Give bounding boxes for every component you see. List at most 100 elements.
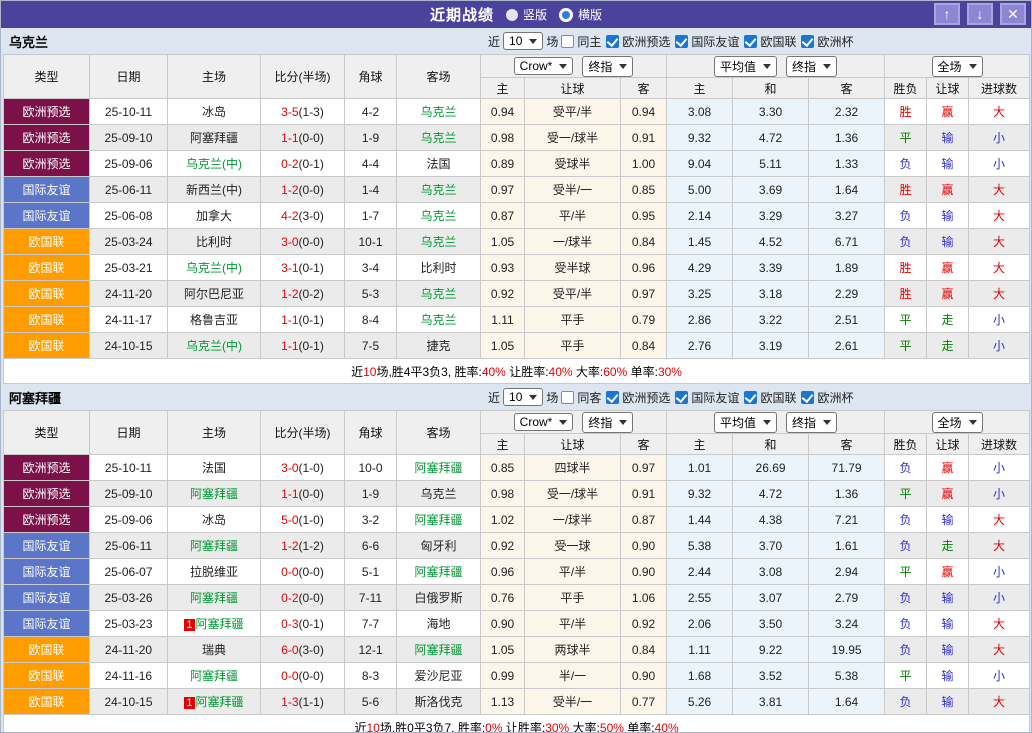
same-venue-label: 同主 [577,33,601,50]
odds-company-select[interactable]: Crow* [514,413,574,431]
col-score: 比分(半场) [261,55,345,99]
odds-away-cell: 1.06 [621,585,667,611]
avg-draw-cell: 3.81 [733,689,809,715]
up-arrow-icon: ↑ [944,6,951,22]
col-date: 日期 [90,55,168,99]
col-type: 类型 [4,55,90,99]
odds-stage-select[interactable]: 终指 [582,56,633,77]
same-venue-checkbox[interactable] [561,35,574,48]
filter-checkbox-euro-cup[interactable] [801,35,814,48]
same-venue-checkbox[interactable] [561,391,574,404]
odds-away-cell: 0.77 [621,689,667,715]
home-team-cell: 阿塞拜疆 [168,585,261,611]
match-row: 欧国联24-11-17格鲁吉亚1-1(0-1)8-4乌克兰1.11平手0.792… [4,307,1030,333]
match-count-select[interactable]: 10 [503,388,543,406]
avg-home-cell: 1.11 [667,637,733,663]
filter-checkbox-nations-league[interactable] [744,391,757,404]
home-team-cell: 阿塞拜疆 [168,125,261,151]
same-venue-label: 同客 [577,389,601,406]
date-cell: 25-09-10 [90,481,168,507]
date-cell: 25-06-07 [90,559,168,585]
score-cell: 4-2(3-0) [261,203,345,229]
scroll-down-button[interactable]: ↓ [967,3,993,25]
away-team-cell: 捷克 [397,333,481,359]
odds-away-cell: 0.84 [621,637,667,663]
avg-source-select[interactable]: 平均值 [714,56,777,77]
window-title: 近期战绩 [430,4,494,25]
match-row: 欧洲预选25-10-11冰岛3-5(1-3)4-2乌克兰0.94受平/半0.94… [4,99,1030,125]
layout-radio-vertical[interactable]: 竖版 [506,6,547,23]
odds-home-cell: 0.98 [481,481,525,507]
avg-home-cell: 3.25 [667,281,733,307]
odds-home-cell: 0.89 [481,151,525,177]
match-count-select[interactable]: 10 [503,32,543,50]
handicap-cell: 受球半 [525,151,621,177]
filter-checkbox-nations-league[interactable] [744,35,757,48]
filter-checkbox-friendly[interactable] [675,35,688,48]
filter-checkbox-friendly[interactable] [675,391,688,404]
handicap-result-cell: 输 [927,663,969,689]
filter-checkbox-euro-cup[interactable] [801,391,814,404]
avg-draw-cell: 3.29 [733,203,809,229]
type-badge-cell: 欧国联 [4,689,90,715]
scope-select[interactable]: 全场 [932,412,983,433]
corner-cell: 5-1 [345,559,397,585]
handicap-result-cell: 输 [927,151,969,177]
scroll-up-button[interactable]: ↑ [934,3,960,25]
goals-result-cell: 大 [969,533,1030,559]
odds-company-select[interactable]: Crow* [514,57,574,75]
score-cell: 1-1(0-0) [261,125,345,151]
games-label: 场 [546,389,558,406]
avg-stage-select[interactable]: 终指 [786,412,837,433]
result-cell: 平 [885,559,927,585]
home-team-cell: 乌克兰(中) [168,151,261,177]
handicap-result-cell: 输 [927,229,969,255]
home-team-cell: 阿塞拜疆 [168,533,261,559]
avg-away-cell: 19.95 [809,637,885,663]
away-team-cell: 比利时 [397,255,481,281]
scope-select[interactable]: 全场 [932,56,983,77]
corner-cell: 5-6 [345,689,397,715]
chevron-down-icon [559,64,567,69]
result-cell: 胜 [885,177,927,203]
handicap-result-cell: 赢 [927,559,969,585]
away-team-cell: 阿塞拜疆 [397,637,481,663]
odds-home-cell: 0.96 [481,559,525,585]
handicap-result-cell: 走 [927,307,969,333]
away-team-cell: 乌克兰 [397,99,481,125]
corner-cell: 4-4 [345,151,397,177]
goals-result-cell: 大 [969,177,1030,203]
type-badge-cell: 欧国联 [4,229,90,255]
avg-stage-select[interactable]: 终指 [786,56,837,77]
date-cell: 25-10-11 [90,455,168,481]
close-button[interactable]: ✕ [1000,3,1026,25]
result-cell: 负 [885,585,927,611]
layout-radio-horizontal[interactable]: 横版 [559,6,602,23]
away-team-cell: 乌克兰 [397,481,481,507]
result-cell: 负 [885,689,927,715]
away-team-cell: 乌克兰 [397,203,481,229]
match-row: 欧洲预选25-10-11法国3-0(1-0)10-0阿塞拜疆0.85四球半0.9… [4,455,1030,481]
result-cell: 胜 [885,281,927,307]
home-team-cell: 乌克兰(中) [168,333,261,359]
type-badge-cell: 国际友谊 [4,533,90,559]
avg-home-cell: 9.32 [667,125,733,151]
filter-checkbox-euro-qualifiers[interactable] [606,35,619,48]
avg-home-cell: 2.76 [667,333,733,359]
home-team-cell: 加拿大 [168,203,261,229]
col-odds-away: 客 [621,78,667,99]
handicap-cell: 平/半 [525,559,621,585]
avg-source-select[interactable]: 平均值 [714,412,777,433]
match-row: 欧国联24-10-15乌克兰(中)1-1(0-1)7-5捷克1.05平手0.84… [4,333,1030,359]
red-card-badge: 1 [184,697,194,709]
odds-stage-select[interactable]: 终指 [582,412,633,433]
filter-checkbox-euro-qualifiers[interactable] [606,391,619,404]
score-cell: 5-0(1-0) [261,507,345,533]
odds-away-cell: 0.79 [621,307,667,333]
handicap-result-cell: 赢 [927,281,969,307]
date-cell: 24-10-15 [90,689,168,715]
date-cell: 25-09-10 [90,125,168,151]
goals-result-cell: 大 [969,203,1030,229]
avg-draw-cell: 3.30 [733,99,809,125]
avg-away-cell: 2.51 [809,307,885,333]
